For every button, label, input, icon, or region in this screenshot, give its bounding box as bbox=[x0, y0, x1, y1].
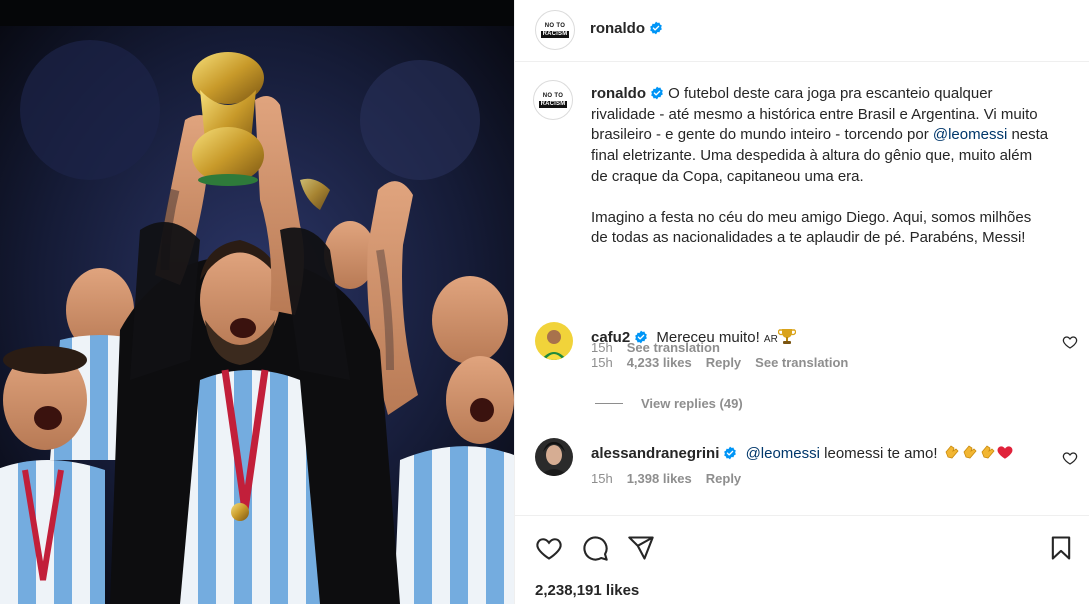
commenter-avatar[interactable] bbox=[535, 438, 573, 476]
verified-badge-icon bbox=[724, 446, 737, 460]
comment-icon[interactable] bbox=[581, 534, 609, 562]
comment-timestamp[interactable]: 15h bbox=[591, 471, 613, 486]
clapping-hands-icon bbox=[981, 445, 995, 459]
commenter-avatar[interactable] bbox=[535, 322, 573, 360]
post-likes-count[interactable]: 2,238,191 likes bbox=[535, 582, 639, 599]
bookmark-icon[interactable] bbox=[1047, 534, 1075, 562]
comment-meta: 15h 1,398 likes Reply bbox=[591, 471, 755, 486]
avatar-logo-text: RACISM bbox=[540, 30, 570, 38]
clapping-hands-emoji-icons bbox=[942, 445, 996, 462]
comment-mention-leomessi[interactable]: @leomessi bbox=[746, 445, 820, 462]
avatar-logo-text: NO TO bbox=[544, 22, 566, 29]
trophy-celebration-photo bbox=[0, 0, 514, 604]
caption-username[interactable]: ronaldo bbox=[591, 85, 646, 102]
comment-reply-button[interactable]: Reply bbox=[706, 355, 741, 370]
verified-badge-icon bbox=[650, 21, 662, 35]
commenter-username[interactable]: cafu2 bbox=[591, 329, 630, 346]
commenter-avatar-image bbox=[535, 438, 573, 476]
red-heart-emoji-icon bbox=[997, 446, 1013, 459]
verified-badge-icon bbox=[651, 86, 663, 100]
comment-see-translation[interactable]: See translation bbox=[755, 355, 848, 370]
comment-like-heart-icon[interactable] bbox=[1062, 450, 1078, 466]
comment-meta: 15h 4,233 likes Reply See translation bbox=[591, 355, 862, 370]
comment-body: cafu2 Mereceu muito! AR bbox=[591, 327, 796, 346]
replies-divider-line bbox=[595, 403, 623, 404]
trophy-emoji-icon bbox=[777, 329, 796, 344]
comment-likes-count[interactable]: 1,398 likes bbox=[627, 471, 692, 486]
commenter-username[interactable]: alessandranegrini bbox=[591, 445, 719, 462]
comment-text: leomessi te amo! bbox=[819, 445, 942, 462]
post-photo[interactable] bbox=[0, 0, 514, 604]
clapping-hands-icon bbox=[945, 445, 959, 459]
comment-text: Mereceu muito! bbox=[656, 329, 764, 346]
caption-text: ronaldo O futebol deste cara joga pra es… bbox=[591, 84, 1051, 249]
clapping-hands-icon bbox=[963, 445, 977, 459]
flag-text: AR bbox=[763, 334, 778, 345]
view-replies-toggle[interactable]: View replies (49) bbox=[595, 396, 743, 411]
post-action-bar: 2,238,191 likes bbox=[515, 515, 1089, 604]
view-replies-label[interactable]: View replies (49) bbox=[641, 396, 743, 411]
share-icon[interactable] bbox=[627, 534, 655, 562]
comment-body: alessandranegrini @leomessi leomessi te … bbox=[591, 443, 1014, 462]
comment-timestamp[interactable]: 15h bbox=[591, 355, 613, 370]
author-username[interactable]: ronaldo bbox=[590, 20, 645, 37]
post-detail-panel: NO TO RACISM ronaldo NO TO RACISM ronald… bbox=[514, 0, 1089, 604]
heart-icon[interactable] bbox=[535, 534, 563, 562]
avatar-logo-text: NO TO bbox=[542, 92, 564, 99]
comment-like-heart-icon[interactable] bbox=[1062, 334, 1078, 350]
author-avatar[interactable]: NO TO RACISM bbox=[535, 10, 575, 50]
comment-likes-count[interactable]: 4,233 likes bbox=[627, 355, 692, 370]
verified-badge-icon bbox=[635, 330, 648, 344]
post-header: NO TO RACISM ronaldo bbox=[515, 0, 1089, 62]
caption-mention-leomessi[interactable]: @leomessi bbox=[933, 126, 1007, 143]
caption-paragraph-2: Imagino a festa no céu do meu amigo Dieg… bbox=[591, 208, 1032, 247]
author-name-row: ronaldo bbox=[590, 20, 663, 37]
commenter-avatar-image bbox=[535, 322, 573, 360]
comment-reply-button[interactable]: Reply bbox=[706, 471, 741, 486]
caption-author-avatar[interactable]: NO TO RACISM bbox=[533, 80, 573, 120]
avatar-logo-text: RACISM bbox=[538, 100, 568, 108]
